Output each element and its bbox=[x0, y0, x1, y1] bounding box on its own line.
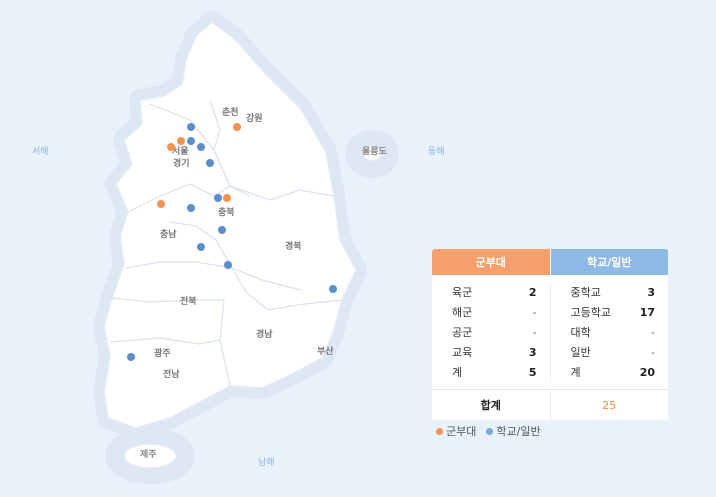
south-sea-label: 남해 bbox=[258, 457, 275, 468]
row-value: - bbox=[651, 326, 655, 339]
region-chungbuk: 충북 bbox=[218, 206, 235, 218]
west-sea-label: 서해 bbox=[32, 146, 49, 157]
region-jeonnam: 전남 bbox=[163, 368, 180, 380]
school-marker[interactable] bbox=[206, 159, 214, 167]
school-marker[interactable] bbox=[197, 243, 205, 251]
region-jeonbuk: 전북 bbox=[180, 295, 197, 307]
row-label: 해군 bbox=[452, 306, 473, 319]
region-chuncheon: 춘천 bbox=[222, 106, 239, 118]
military-dot-icon bbox=[436, 427, 443, 435]
military-column: 육군 2 해군 - 공군 - 교육 3 계5 bbox=[432, 283, 550, 383]
row-label: 육군 bbox=[452, 286, 473, 299]
military-marker[interactable] bbox=[233, 123, 241, 131]
school-marker[interactable] bbox=[214, 194, 222, 202]
row-value: - bbox=[532, 326, 537, 339]
region-ulleungdo: 울릉도 bbox=[362, 145, 388, 157]
row-label: 공군 bbox=[452, 326, 473, 339]
legend-school: 학교/일반 bbox=[486, 423, 541, 439]
table-row: 대학 - bbox=[571, 323, 656, 343]
legend-military: 군부대 bbox=[436, 423, 476, 439]
row-label: 일반 bbox=[570, 346, 591, 359]
region-gyeonggi: 경기 bbox=[173, 157, 190, 169]
table-row: 일반 - bbox=[571, 343, 656, 363]
row-label: 교육 bbox=[452, 346, 473, 359]
military-marker[interactable] bbox=[157, 200, 165, 208]
east-sea-label: 동해 bbox=[428, 146, 445, 157]
row-value: - bbox=[651, 346, 655, 359]
legend-military-label: 군부대 bbox=[446, 425, 477, 438]
row-value: 2 bbox=[528, 286, 537, 299]
school-marker[interactable] bbox=[197, 143, 205, 151]
map-legend: 군부대 학교/일반 bbox=[436, 423, 541, 439]
table-row: 고등학교 17 bbox=[571, 303, 656, 323]
row-value: 20 bbox=[639, 366, 655, 379]
region-gwangju: 광주 bbox=[154, 347, 171, 359]
table-row: 계5 bbox=[452, 363, 537, 383]
row-value: 5 bbox=[528, 366, 537, 379]
table-row: 공군 - bbox=[452, 323, 537, 343]
school-header: 학교/일반 bbox=[549, 249, 668, 275]
school-marker[interactable] bbox=[329, 285, 337, 293]
school-column: 중학교 3 고등학교 17 대학 - 일반 - 계 20 bbox=[549, 283, 669, 383]
total-value: 25 bbox=[549, 390, 669, 420]
military-marker[interactable] bbox=[223, 194, 231, 202]
region-gangwon: 강원 bbox=[246, 112, 263, 124]
school-marker[interactable] bbox=[187, 204, 195, 212]
school-marker[interactable] bbox=[187, 137, 195, 145]
region-jeju: 제주 bbox=[140, 448, 157, 460]
region-gyeongnam: 경남 bbox=[256, 328, 273, 340]
stats-table: 군부대 학교/일반 육군 2 해군 - 공군 - 교육 3 계5 중학교 3 고등학교 17… bbox=[432, 249, 668, 420]
row-label: 고등학교 bbox=[570, 306, 611, 319]
total-label: 합계 bbox=[480, 399, 501, 412]
table-row: 중학교 3 bbox=[571, 283, 656, 303]
region-gyeongbuk: 경북 bbox=[285, 240, 302, 252]
row-value: 17 bbox=[639, 306, 655, 319]
school-marker[interactable] bbox=[127, 353, 135, 361]
row-value: 3 bbox=[647, 286, 655, 299]
military-header: 군부대 bbox=[432, 249, 550, 275]
table-row: 계 20 bbox=[571, 363, 656, 383]
row-value: 3 bbox=[528, 346, 537, 359]
region-chungnam: 충남 bbox=[160, 228, 177, 240]
row-label: 계 bbox=[570, 366, 581, 379]
school-marker[interactable] bbox=[187, 123, 195, 131]
row-label: 대학 bbox=[570, 326, 591, 339]
table-row: 교육 3 bbox=[452, 343, 537, 363]
row-label: 계 bbox=[452, 366, 463, 379]
school-marker[interactable] bbox=[224, 261, 232, 269]
military-marker[interactable] bbox=[177, 137, 185, 145]
legend-school-label: 학교/일반 bbox=[496, 425, 541, 438]
region-busan: 부산 bbox=[317, 345, 334, 357]
military-marker[interactable] bbox=[167, 143, 175, 151]
table-row: 해군 - bbox=[452, 303, 537, 323]
school-marker[interactable] bbox=[218, 226, 226, 234]
school-dot-icon bbox=[486, 427, 494, 435]
row-label: 중학교 bbox=[570, 286, 601, 299]
table-row: 육군 2 bbox=[452, 283, 537, 303]
row-value: - bbox=[532, 306, 537, 319]
